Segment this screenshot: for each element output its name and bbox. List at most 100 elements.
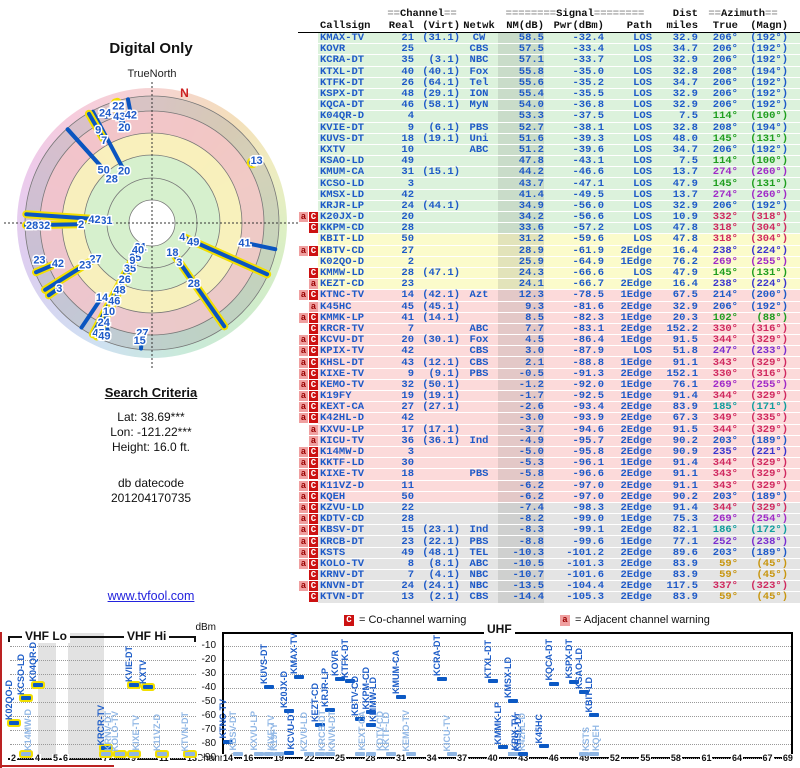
cell-real: 32 (401, 378, 414, 391)
cell-nm: -8.3 (498, 525, 544, 536)
gridline (224, 702, 791, 703)
cell-callsign: KPIX-TV (320, 345, 365, 358)
cell-magn-az: (254°) (750, 513, 788, 526)
co-channel-warning-badge: C (309, 514, 318, 525)
gridline (224, 660, 791, 661)
station-label: KTXL-DT (482, 639, 493, 679)
cell-callsign: KCSO-LD (320, 177, 365, 190)
co-channel-warning-badge: C (309, 558, 318, 569)
station-label: K20JX-D (279, 671, 290, 709)
signal-bar (365, 752, 376, 756)
cell-miles: 91.5 (672, 423, 698, 436)
longitude-value: Lon: -121.22*** (110, 425, 192, 439)
uhf-tick-label: 14 (222, 753, 235, 763)
cell-path: LOS (633, 166, 652, 179)
cell-magn-az: (192°) (750, 32, 788, 45)
adjacent-warning-badge: a (299, 391, 308, 402)
vhf-tick-label: 6 (62, 753, 70, 763)
cell-magn-az: (192°) (750, 143, 788, 156)
cell-real: 41 (401, 311, 414, 324)
table-row: a C KTNC-TV 14 (42.1) Azt 12.3 -78.5 1Edge 67.5 21… (298, 289, 800, 302)
cell-nm: -2.6 (498, 402, 544, 413)
cell-netwk: PBS (469, 367, 489, 380)
col-nm: NM(dB) (506, 19, 544, 32)
cell-magn-az: (131°) (750, 267, 788, 280)
cell-netwk: Azt (469, 289, 489, 302)
cell-nm: 58.5 (498, 33, 544, 43)
co-channel-warning-badge: C (309, 323, 318, 334)
cell-path: LOS (633, 345, 652, 358)
cell-real: 30 (401, 457, 414, 470)
cell-callsign: K14MW-D (320, 446, 365, 459)
uhf-tick (228, 758, 229, 762)
cell-real: 28 (401, 513, 414, 526)
cell-true-az: 274° (712, 188, 738, 201)
uhf-tick (309, 758, 311, 762)
cell-callsign: KQEH (320, 490, 346, 503)
cell-miles: 89.6 (672, 546, 698, 559)
station-label: KMUM-CA (391, 650, 402, 695)
gridline (224, 758, 791, 759)
cell-nm: 55.8 (498, 66, 544, 77)
dbm-tick-label: -20 (201, 654, 216, 665)
adjacent-warning-badge: a (309, 435, 318, 446)
cell-real: 26 (401, 76, 414, 89)
cell-real: 28 (401, 222, 414, 235)
station-label: KRCR-TV (96, 704, 106, 746)
azimuth-header: Azimuth (720, 7, 766, 20)
adjacent-warning-badge: a (299, 312, 308, 323)
cell-pwr: -91.3 (572, 367, 604, 380)
cell-true-az: 238° (712, 244, 738, 257)
signal-bar (21, 695, 31, 700)
col-virt: (Virt) (422, 19, 460, 32)
cell-magn-az: (238°) (750, 535, 788, 548)
co-channel-warning-badge: C (309, 346, 318, 357)
cell-miles: 90.9 (672, 446, 698, 459)
radar-channel-label: 9 (95, 125, 101, 137)
cell-real: 46 (401, 99, 414, 112)
cell-path: 1Edge (620, 535, 652, 548)
radar-channel-label: 28 (26, 220, 38, 232)
radar-channel-label: 49 (98, 330, 110, 342)
radar-channel-label: 42 (88, 214, 100, 226)
cell-true-az: 318° (712, 233, 738, 246)
cell-real: 28 (401, 267, 414, 280)
table-row: KCRA-DT 35 (3.1) NBC 57.1 -33.7 LOS 32.9 206° (19… (298, 55, 800, 67)
cell-path: 2Edge (620, 412, 652, 425)
cell-pwr: -47.1 (572, 177, 604, 190)
cell-magn-az: (172°) (750, 524, 788, 537)
adjacent-warning-badge: a (299, 514, 308, 525)
vhf-gap-band (38, 633, 56, 758)
gridline (10, 744, 196, 745)
cell-real: 3 (407, 446, 414, 459)
uhf-tick (787, 758, 789, 762)
station-label: KBIT-LD (584, 676, 595, 713)
cell-miles: 91.4 (672, 457, 698, 470)
left-red-border (0, 632, 2, 768)
cell-pwr: -93.4 (572, 401, 604, 414)
co-channel-warning-badge: C (309, 413, 318, 424)
cell-magn-az: (189°) (750, 434, 788, 447)
cell-pwr: -99.6 (572, 535, 604, 548)
uhf-tick (339, 758, 341, 762)
cell-true-az: 206° (712, 199, 738, 212)
cell-pwr: -66.7 (572, 278, 604, 291)
cell-real: 27 (401, 401, 414, 414)
signal-bar (538, 744, 549, 749)
tvfool-link[interactable]: www.tvfool.com (108, 589, 195, 603)
co-channel-warning-badge: C (309, 212, 318, 223)
table-row: a C KPIX-TV 42 CBS 3.0 -87.9 LOS 51.8 247° (233°) (298, 345, 800, 358)
cell-miles: 76.2 (672, 255, 698, 268)
station-label: KIXE-TV (265, 715, 276, 751)
cell-true-az: 269° (712, 513, 738, 526)
cell-callsign: KEXT-CA (320, 401, 365, 414)
cell-callsign: KRNV-DT (320, 569, 365, 582)
cell-path: LOS (633, 76, 652, 89)
adjacent-warning-badge: a (299, 525, 308, 536)
uhf-tick (706, 758, 708, 762)
cell-miles: 47.9 (672, 267, 698, 280)
uhf-tick-label: 69 (781, 753, 794, 763)
uhf-tick (523, 758, 525, 762)
table-row: a C KBSV-DT 15 (23.1) Ind -8.3 -99.1 2Edge 82.1 18… (298, 524, 800, 537)
cell-netwk: Fox (469, 334, 489, 347)
